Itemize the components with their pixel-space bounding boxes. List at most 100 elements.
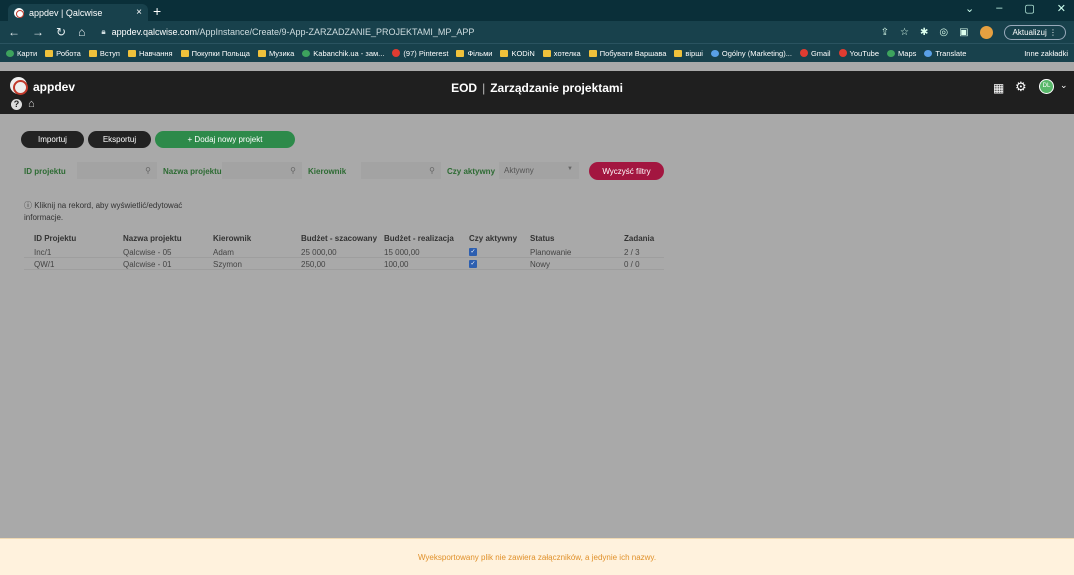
column-header[interactable]: Status xyxy=(530,234,554,243)
plus-icon: + xyxy=(187,135,193,144)
info-hint: ⓘ Kliknij na rekord, aby wyświetlić/edyt… xyxy=(24,201,183,222)
media-icon[interactable]: ◎ xyxy=(939,27,948,38)
url-path: /AppInstance/Create/9-App-ZARZADZANIE_PR… xyxy=(196,27,475,37)
youtube-icon xyxy=(838,49,847,57)
home-icon[interactable]: ⌂ xyxy=(28,98,35,110)
new-tab-button[interactable]: + xyxy=(153,3,161,19)
bookmark-item[interactable]: KODiN xyxy=(500,49,535,58)
active-checkbox[interactable]: ✓ xyxy=(469,248,477,256)
active-checkbox[interactable]: ✓ xyxy=(469,260,477,268)
add-project-label: Dodaj nowy projekt xyxy=(194,135,263,144)
extensions-icon[interactable]: ✱ xyxy=(920,27,928,38)
sidepanel-icon[interactable]: ▣ xyxy=(959,27,968,38)
chevron-down-icon[interactable]: ⌄ xyxy=(1060,80,1068,91)
filter-id-label: ID projektu xyxy=(24,167,66,176)
table-row[interactable]: QW/1 Qalcwise - 01 Szymon 250,00 100,00 … xyxy=(24,258,664,270)
filter-name-label: Nazwa projektu xyxy=(163,167,222,176)
update-label: Aktualizuj xyxy=(1012,27,1047,37)
bookmark-item[interactable]: Карти xyxy=(6,49,37,58)
folder-icon xyxy=(45,49,54,57)
share-icon[interactable]: ⇪ xyxy=(881,27,889,38)
bookmark-item[interactable]: (97) Pinterest xyxy=(392,49,448,58)
search-icon: ⚲ xyxy=(145,166,151,175)
forward-arrow-icon[interactable]: → xyxy=(32,25,44,39)
maps-pin-icon xyxy=(6,49,14,57)
column-header[interactable]: Nazwa projektu xyxy=(123,234,182,243)
lock-icon: 🔒︎ xyxy=(101,27,106,36)
bookmark-item[interactable]: YouTube xyxy=(838,49,879,58)
bookmark-item[interactable]: Translate xyxy=(924,49,966,58)
back-arrow-icon[interactable]: ← xyxy=(8,25,20,39)
column-header[interactable]: Kierownik xyxy=(213,234,251,243)
home-browser-icon[interactable]: ⌂ xyxy=(78,25,85,39)
apps-grid-icon[interactable]: ▦ xyxy=(993,81,1004,95)
folder-icon xyxy=(257,49,266,57)
caret-down-icon: ▼ xyxy=(567,166,573,172)
filter-active-value: Aktywny xyxy=(504,166,534,175)
filter-active-select[interactable]: Aktywny ▼ xyxy=(499,162,579,179)
tab-title: appdev | Qalcwise xyxy=(29,7,103,18)
folder-icon xyxy=(456,49,465,57)
folder-icon xyxy=(542,49,551,57)
minimize-icon[interactable]: – xyxy=(996,2,1002,15)
gear-icon[interactable]: ⚙ xyxy=(1015,79,1027,95)
bookmarks-bar: Карти Робота Вступ Навчання Покупки Поль… xyxy=(0,43,1074,62)
filter-manager-input[interactable]: ⚲ xyxy=(361,162,441,179)
filter-name-input[interactable]: ⚲ xyxy=(222,162,302,179)
bookmark-item[interactable]: Музика xyxy=(257,49,294,58)
bookmark-item[interactable]: Фільми xyxy=(456,49,492,58)
avatar[interactable]: DL xyxy=(1039,79,1054,94)
site-icon xyxy=(710,49,719,57)
bookmark-item[interactable]: Gmail xyxy=(799,49,831,58)
import-button[interactable]: Importuj xyxy=(21,131,84,148)
clear-filters-button[interactable]: Wyczyść filtry xyxy=(589,162,664,180)
folder-icon xyxy=(500,49,509,57)
column-header[interactable]: Budżet - realizacja xyxy=(384,234,454,243)
bookmark-item[interactable]: Робота xyxy=(45,49,81,58)
bookmark-item[interactable]: хотелка xyxy=(542,49,581,58)
folder-icon xyxy=(674,49,683,57)
projects-table: ID Projektu Nazwa projektu Kierownik Bud… xyxy=(24,232,664,270)
close-window-icon[interactable]: ✕ xyxy=(1057,2,1066,15)
url-field[interactable]: 🔒︎ appdev.qalcwise.com /AppInstance/Crea… xyxy=(97,23,880,41)
browser-tab[interactable]: appdev | Qalcwise × xyxy=(8,4,148,21)
page-title: EOD | Zarządzanie projektami xyxy=(451,81,623,95)
translate-icon xyxy=(924,49,933,57)
address-bar-icons: ⇪ ☆ ✱ ◎ ▣ Aktualizuj ⋮ xyxy=(881,24,1066,40)
filter-id-input[interactable]: ⚲ xyxy=(77,162,157,179)
bookmark-item[interactable]: Maps xyxy=(887,49,916,58)
profile-icon[interactable] xyxy=(979,25,993,39)
search-icon: ⚲ xyxy=(290,166,296,175)
bookmark-item[interactable]: Ogólny (Marketing)... xyxy=(710,49,792,58)
bookmark-item[interactable]: Покупки Польща xyxy=(180,49,250,58)
reload-icon[interactable]: ↻ xyxy=(56,25,66,39)
column-header[interactable]: Budżet - szacowany xyxy=(301,234,377,243)
qalcwise-favicon-icon xyxy=(14,7,24,18)
bookmark-item[interactable]: Kabanchik.ua - зам... xyxy=(302,49,384,58)
other-bookmarks[interactable]: Inne zakładki xyxy=(1021,49,1068,58)
bookmark-item[interactable]: Вступ xyxy=(88,49,120,58)
export-button[interactable]: Eksportuj xyxy=(88,131,151,148)
filter-active-label: Czy aktywny xyxy=(447,167,496,176)
star-icon[interactable]: ☆ xyxy=(900,27,909,38)
export-notice-footer: Wyeksportowany plik nie zawiera załączni… xyxy=(0,538,1074,575)
tab-search-icon[interactable]: ⌄ xyxy=(965,2,974,15)
filter-manager-label: Kierownik xyxy=(308,167,347,176)
bookmark-item[interactable]: вірші xyxy=(674,49,703,58)
update-button[interactable]: Aktualizuj ⋮ xyxy=(1003,24,1066,40)
column-header[interactable]: ID Projektu xyxy=(34,234,76,243)
table-row[interactable]: Inc/1 Qalcwise - 05 Adam 25 000,00 15 00… xyxy=(24,246,664,258)
column-header[interactable]: Zadania xyxy=(624,234,654,243)
browser-tabstrip: appdev | Qalcwise × + ⌄ – ▢ ✕ xyxy=(0,0,1074,21)
window-controls: ⌄ – ▢ ✕ xyxy=(965,2,1066,15)
help-icon[interactable]: ? xyxy=(11,99,22,110)
restore-icon[interactable]: ▢ xyxy=(1024,2,1034,15)
folder-icon xyxy=(180,49,189,57)
bookmark-item[interactable]: Побувати Варшава xyxy=(588,49,666,58)
app-header: appdev ? ⌂ EOD | Zarządzanie projektami ▦ … xyxy=(0,71,1074,114)
bookmark-item[interactable]: Навчання xyxy=(127,49,173,58)
close-icon[interactable]: × xyxy=(136,7,142,18)
column-header[interactable]: Czy aktywny xyxy=(469,234,517,243)
add-project-button[interactable]: + Dodaj nowy projekt xyxy=(155,131,295,148)
site-icon xyxy=(302,49,311,57)
